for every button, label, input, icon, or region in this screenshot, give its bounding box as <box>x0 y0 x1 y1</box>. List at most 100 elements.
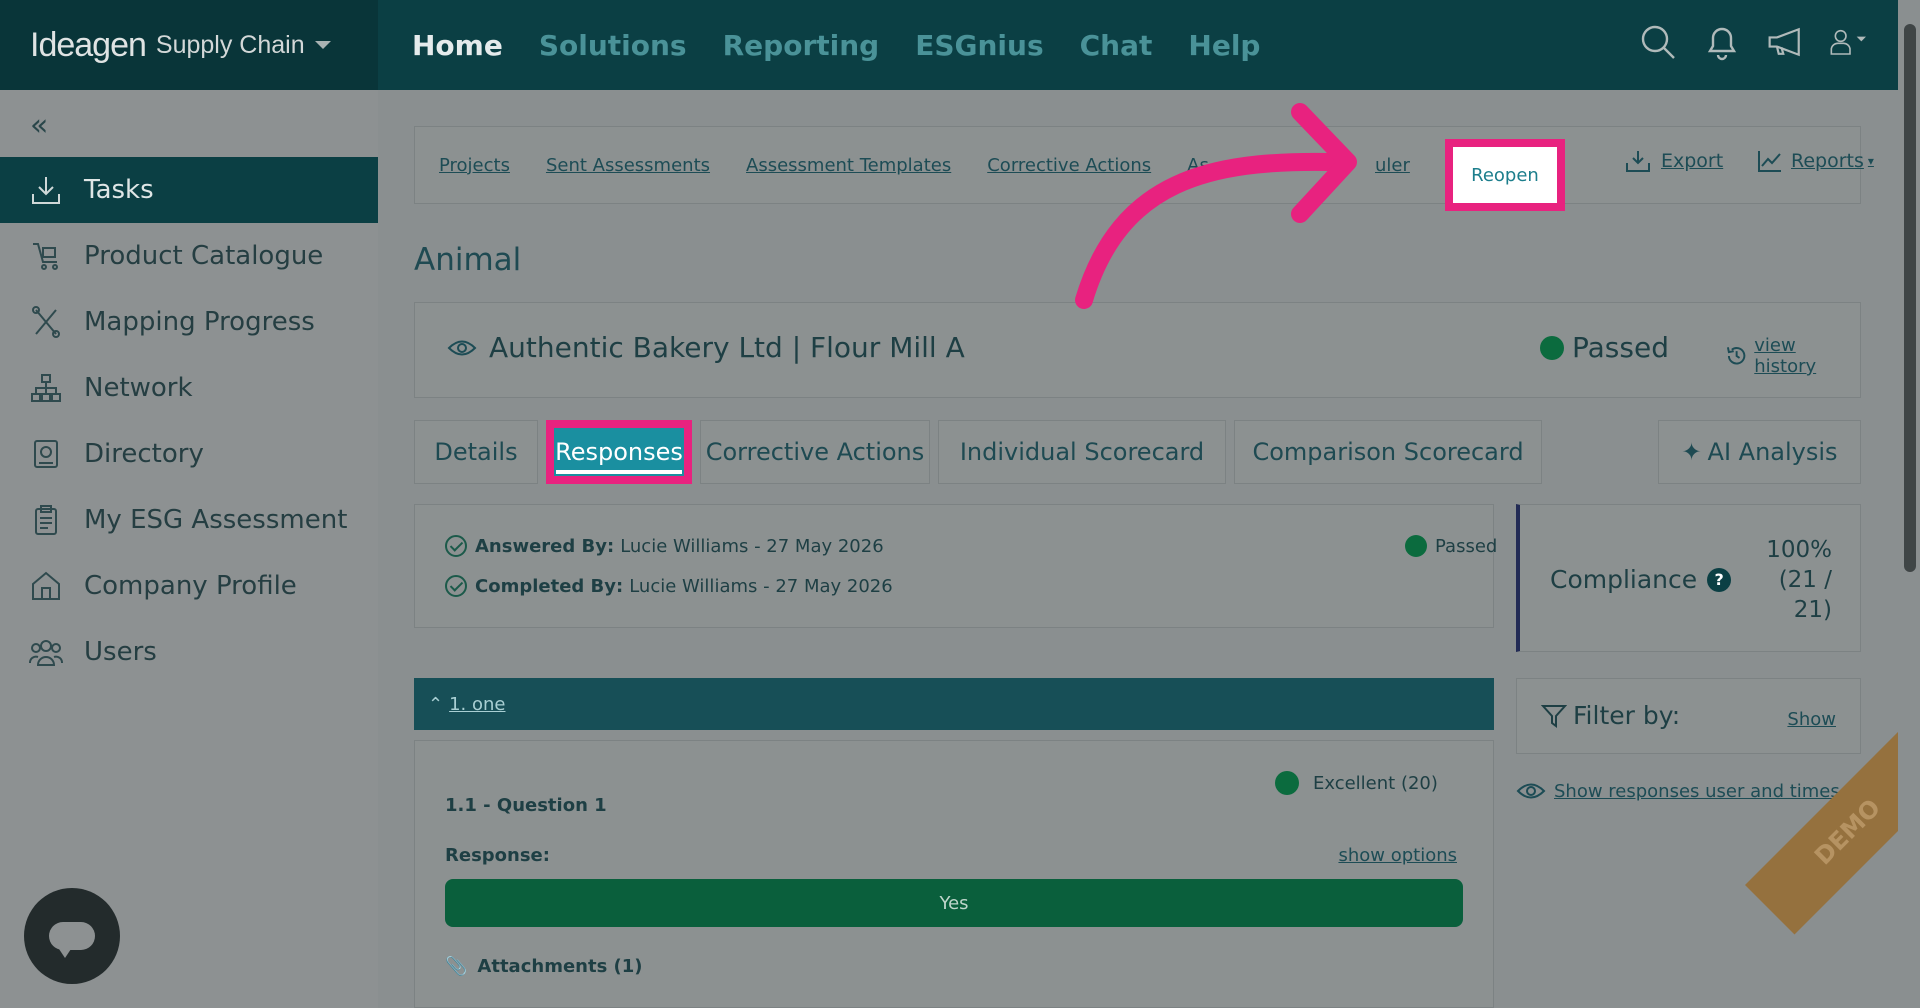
compliance-label-row: Compliance ? <box>1550 565 1732 594</box>
scrollbar-thumb[interactable] <box>1904 24 1916 572</box>
filter-icon <box>1541 704 1567 728</box>
show-responses-toggle[interactable]: Show responses user and times <box>1516 780 1840 802</box>
sidebar-item-network[interactable]: Network <box>0 355 378 421</box>
sidebar-item-label: Directory <box>84 439 204 469</box>
chevron-down-icon: ▾ <box>1867 154 1874 168</box>
annotation-arrow-icon <box>1075 103 1357 309</box>
sidebar-item-label: Company Profile <box>84 571 297 601</box>
answered-status: Passed <box>1405 535 1497 557</box>
active-tab-underline <box>556 470 682 474</box>
chevron-down-icon <box>314 41 331 49</box>
filter-label-row: Filter by: <box>1541 701 1680 730</box>
tab-ai-analysis-label: AI Analysis <box>1707 438 1838 466</box>
sidebar: « Tasks Product Catalogue Mapping Progre… <box>0 90 378 1008</box>
tab-responses[interactable]: Responses <box>546 420 692 484</box>
compliance-percent: 100% <box>1766 537 1832 563</box>
subnav-projects[interactable]: Projects <box>439 155 510 176</box>
bell-icon[interactable] <box>1702 20 1742 64</box>
top-bar: Ideagen Supply Chain Home Solutions Repo… <box>0 0 1920 90</box>
sidebar-item-mapping-progress[interactable]: Mapping Progress <box>0 289 378 355</box>
chat-bubble-icon <box>49 922 95 958</box>
view-history-link[interactable]: view history <box>1725 335 1860 377</box>
tab-details[interactable]: Details <box>414 420 538 484</box>
section-header[interactable]: ⌃ 1. one <box>414 678 1494 730</box>
show-options-link[interactable]: show options <box>1338 845 1457 866</box>
collapse-sidebar-icon[interactable]: « <box>30 108 48 143</box>
history-icon <box>1726 347 1746 365</box>
cart-icon <box>28 238 64 274</box>
tab-comparison-scorecard[interactable]: Comparison Scorecard <box>1234 420 1542 484</box>
nav-esgnius[interactable]: ESGnius <box>915 29 1043 62</box>
paperclip-icon: 📎 <box>445 956 468 977</box>
attachments-toggle[interactable]: 📎 Attachments (1) <box>445 956 643 977</box>
page-title: Animal <box>414 242 522 278</box>
overall-status: Passed <box>1540 331 1669 364</box>
question-rating-text: Excellent (20) <box>1313 772 1438 794</box>
product-name: Supply Chain <box>155 30 305 59</box>
tab-responses-label: Responses <box>555 438 683 466</box>
route-icon <box>28 304 64 340</box>
company-name-row: Authentic Bakery Ltd | Flour Mill A <box>447 331 965 364</box>
status-dot <box>1405 535 1427 557</box>
view-history-label: view history <box>1754 335 1817 377</box>
brand-switcher[interactable]: Ideagen Supply Chain <box>0 0 378 90</box>
nav-solutions[interactable]: Solutions <box>539 29 687 62</box>
reopen-button[interactable]: Reopen <box>1445 139 1565 211</box>
tab-individual-scorecard[interactable]: Individual Scorecard <box>938 420 1226 484</box>
compliance-count-a: (21 / <box>1778 567 1832 593</box>
answered-by-value: Lucie Williams - 27 May 2026 <box>620 535 884 557</box>
sidebar-item-product-catalogue[interactable]: Product Catalogue <box>0 223 378 289</box>
sidebar-item-users[interactable]: Users <box>0 619 378 685</box>
filter-show-link[interactable]: Show <box>1787 709 1836 730</box>
filter-panel: Filter by: Show <box>1516 678 1861 754</box>
status-dot <box>1540 335 1564 360</box>
show-responses-label: Show responses user and times <box>1554 780 1840 802</box>
nav-reporting[interactable]: Reporting <box>723 29 880 62</box>
answered-by-row: Answered By: Lucie Williams - 27 May 202… <box>445 535 884 557</box>
sidebar-item-my-esg-assessment[interactable]: My ESG Assessment <box>0 487 378 553</box>
sidebar-item-label: Users <box>84 637 157 667</box>
download-icon <box>1626 151 1650 172</box>
nav-home[interactable]: Home <box>412 29 503 62</box>
check-circle-icon <box>445 535 467 557</box>
response-answer: Yes <box>445 879 1463 927</box>
answered-status-text: Passed <box>1435 535 1498 557</box>
sidebar-item-tasks[interactable]: Tasks <box>0 157 378 223</box>
tab-corrective-actions[interactable]: Corrective Actions <box>700 420 930 484</box>
top-icons <box>1638 20 1870 64</box>
subnav-sent-assessments[interactable]: Sent Assessments <box>546 155 710 176</box>
user-menu-icon[interactable] <box>1830 20 1870 64</box>
answered-by-label: Answered By: <box>475 535 615 557</box>
export-button[interactable]: Export <box>1625 149 1723 173</box>
section-title: 1. one <box>449 693 506 715</box>
compliance-value: 100% (21 / 21) <box>1722 535 1832 625</box>
megaphone-icon[interactable] <box>1766 20 1806 64</box>
page-scrollbar[interactable] <box>1898 0 1920 1008</box>
eye-icon <box>1516 783 1546 799</box>
search-icon[interactable] <box>1638 20 1678 64</box>
subnav-scheduler-partial[interactable]: uler <box>1375 155 1410 176</box>
brand-logo: Ideagen <box>30 25 147 64</box>
sidebar-item-label: Tasks <box>84 175 154 205</box>
chat-widget-button[interactable] <box>24 888 120 984</box>
subnav-assessment-templates[interactable]: Assessment Templates <box>746 155 951 176</box>
status-text: Passed <box>1572 331 1669 364</box>
chevron-up-icon: ⌃ <box>428 693 444 715</box>
sidebar-item-directory[interactable]: Directory <box>0 421 378 487</box>
assessment-tabs: Details Responses Corrective Actions Ind… <box>414 420 1861 484</box>
compliance-panel: Compliance ? 100% (21 / 21) <box>1516 504 1861 652</box>
directory-icon <box>28 436 64 472</box>
question-rating: Excellent (20) <box>1275 771 1438 795</box>
nav-help[interactable]: Help <box>1188 29 1260 62</box>
clipboard-icon <box>28 502 64 538</box>
users-icon <box>28 634 64 670</box>
eye-icon[interactable] <box>447 337 477 359</box>
download-tray-icon <box>28 172 64 208</box>
reports-dropdown[interactable]: Reports ▾ <box>1757 149 1874 173</box>
sidebar-item-company-profile[interactable]: Company Profile <box>0 553 378 619</box>
tab-ai-analysis[interactable]: ✦ AI Analysis <box>1658 420 1861 484</box>
question-card: Excellent (20) 1.1 - Question 1 Response… <box>414 740 1494 1008</box>
export-label: Export <box>1661 150 1724 172</box>
compliance-count-b: 21) <box>1793 597 1832 623</box>
nav-chat[interactable]: Chat <box>1080 29 1153 62</box>
